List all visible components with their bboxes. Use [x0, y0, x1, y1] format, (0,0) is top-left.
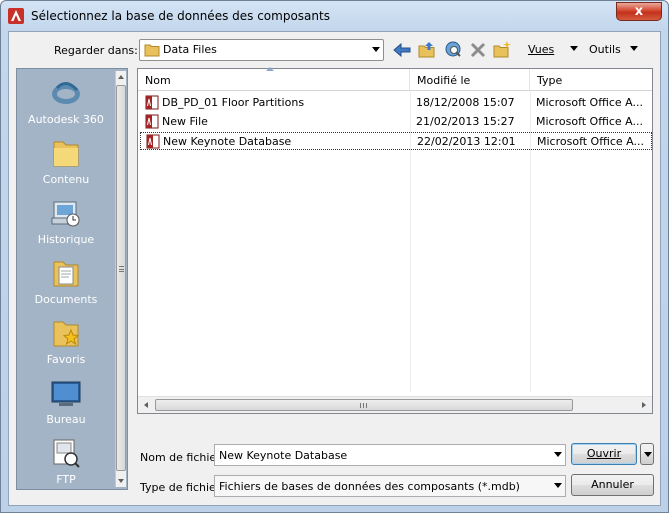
close-button[interactable]: x — [616, 2, 662, 21]
scroll-right-icon[interactable] — [642, 402, 646, 408]
open-button[interactable]: Ouvrir — [571, 443, 637, 465]
place-label: FTP — [56, 473, 76, 486]
search-web-icon — [445, 41, 461, 57]
places-scrollbar[interactable] — [115, 71, 126, 487]
places-bar: Autodesk 360 Contenu Historique Document… — [16, 68, 128, 490]
scroll-down-icon[interactable] — [118, 479, 124, 483]
folder-icon — [144, 43, 160, 60]
file-row-selected[interactable]: New Keynote Database 22/02/2013 12:01 Mi… — [140, 132, 652, 150]
scroll-left-icon[interactable] — [144, 402, 148, 408]
desktop-icon — [49, 376, 83, 410]
file-modified: 22/02/2013 12:01 — [417, 135, 516, 148]
new-folder-icon — [493, 41, 511, 58]
places-list: Autodesk 360 Contenu Historique Document… — [19, 71, 113, 487]
file-list-hscrollbar[interactable] — [138, 396, 652, 413]
chevron-down-icon[interactable] — [554, 452, 562, 457]
places-scroll-thumb[interactable] — [116, 85, 126, 471]
window-title: Sélectionnez la base de données des comp… — [31, 9, 330, 23]
dialog-window: Sélectionnez la base de données des comp… — [0, 0, 669, 513]
column-header-type[interactable]: Type — [530, 69, 652, 91]
place-label: Documents — [34, 293, 98, 306]
chevron-down-icon — [372, 47, 380, 52]
back-arrow-icon — [393, 42, 411, 58]
file-type: Microsoft Office A... — [536, 96, 643, 109]
access-file-icon — [146, 134, 160, 152]
autocad-app-icon — [7, 7, 25, 25]
delete-button[interactable] — [468, 40, 488, 60]
filename-label: Nom de fichier: — [140, 451, 225, 464]
hscroll-thumb[interactable] — [155, 399, 573, 411]
documents-icon — [49, 256, 83, 290]
file-type: Microsoft Office A... — [536, 115, 643, 128]
file-modified: 18/12/2008 15:07 — [416, 96, 515, 109]
favorites-icon — [49, 316, 83, 350]
scroll-up-icon[interactable] — [118, 75, 124, 79]
column-header-modified[interactable]: Modifié le — [410, 69, 530, 91]
file-name: New File — [162, 115, 208, 128]
chevron-down-icon — [554, 483, 562, 488]
file-list: Nom Modifié le Type DB_PD_01 Floor Parti… — [137, 67, 653, 414]
history-icon — [49, 196, 83, 230]
file-type: Microsoft Office A... — [537, 135, 644, 148]
filetype-value: Fichiers de bases de données des composa… — [219, 480, 520, 493]
open-options-button[interactable] — [640, 443, 654, 465]
cancel-button[interactable]: Annuler — [571, 474, 654, 496]
file-row[interactable]: DB_PD_01 Floor Partitions 18/12/2008 15:… — [140, 94, 652, 112]
tools-menu-button[interactable]: Outils — [589, 43, 621, 56]
title-bar[interactable]: Sélectionnez la base de données des comp… — [1, 1, 668, 31]
filename-combo[interactable]: New Keynote Database — [214, 444, 566, 466]
column-header-name[interactable]: Nom — [138, 67, 410, 91]
folder-icon — [49, 136, 83, 170]
look-in-value: Data Files — [163, 43, 217, 56]
file-row[interactable]: New File 21/02/2013 15:27 Microsoft Offi… — [140, 113, 652, 131]
file-modified: 21/02/2013 15:27 — [416, 115, 515, 128]
place-label: Historique — [37, 233, 95, 246]
up-folder-button[interactable] — [417, 40, 437, 60]
new-folder-button[interactable] — [492, 40, 512, 60]
ftp-icon — [49, 436, 83, 470]
filename-input[interactable]: New Keynote Database — [219, 449, 347, 462]
filetype-label: Type de fichier: — [140, 481, 224, 494]
place-ftp[interactable]: FTP — [19, 436, 113, 486]
look-in-label: Regarder dans: — [54, 44, 138, 57]
sort-ascending-icon — [266, 67, 274, 71]
access-file-icon — [145, 95, 159, 113]
file-name: DB_PD_01 Floor Partitions — [162, 96, 305, 109]
tools-chevron-down-icon[interactable] — [630, 46, 638, 51]
up-folder-icon — [418, 42, 435, 58]
place-autodesk-360[interactable]: Autodesk 360 — [19, 76, 113, 126]
place-bureau[interactable]: Bureau — [19, 376, 113, 426]
place-label: Autodesk 360 — [28, 113, 104, 126]
delete-icon — [470, 42, 486, 58]
place-historique[interactable]: Historique — [19, 196, 113, 246]
access-file-icon — [145, 114, 159, 132]
file-name: New Keynote Database — [163, 135, 292, 148]
chevron-down-icon — [644, 452, 652, 457]
place-label: Favoris — [46, 353, 86, 366]
search-web-button[interactable] — [443, 40, 463, 60]
autodesk-360-icon — [49, 76, 83, 110]
views-chevron-down-icon[interactable] — [570, 46, 578, 51]
place-favoris[interactable]: Favoris — [19, 316, 113, 366]
place-label: Contenu — [42, 173, 90, 186]
place-contenu[interactable]: Contenu — [19, 136, 113, 186]
place-documents[interactable]: Documents — [19, 256, 113, 306]
views-menu-button[interactable]: Vues — [528, 43, 554, 56]
back-button[interactable] — [392, 40, 412, 60]
filetype-dropdown[interactable]: Fichiers de bases de données des composa… — [214, 475, 566, 497]
look-in-dropdown[interactable]: Data Files — [139, 39, 384, 61]
dialog-client-area: Regarder dans: Data Files Vues Outils Au… — [8, 31, 661, 506]
place-label: Bureau — [46, 413, 86, 426]
